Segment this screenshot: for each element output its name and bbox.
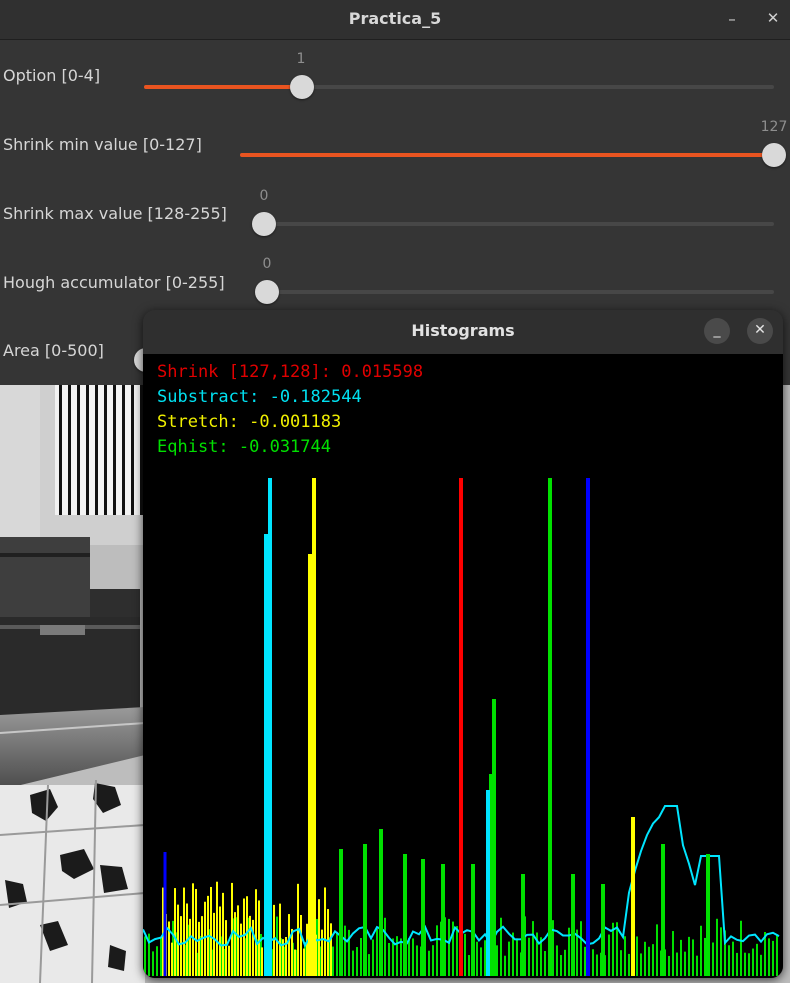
trackbar-hough[interactable] — [255, 280, 774, 304]
trackbar-shrink-min[interactable] — [240, 143, 786, 167]
trackbar-hough-thumb[interactable] — [255, 280, 279, 304]
histogram-window: Histograms _ ✕ Shrink [127,128]: 0.01559… — [143, 310, 783, 978]
legend-eqhist: Eqhist: -0.031744 — [157, 437, 331, 457]
trackbar-option-fill — [144, 85, 302, 89]
window-title: Practica_5 — [348, 9, 442, 28]
histogram-canvas: Shrink [127,128]: 0.015598 Substract: -0… — [143, 354, 783, 978]
trackbar-label-option: Option [0-4] — [3, 66, 101, 85]
legend-substract: Substract: -0.182544 — [157, 387, 362, 407]
close-icon[interactable]: ✕ — [760, 5, 786, 31]
trackbar-label-area: Area [0-500] — [3, 341, 104, 360]
histogram-titlebar: Histograms _ ✕ — [143, 310, 783, 354]
histogram-title: Histograms — [411, 321, 515, 340]
minimize-icon[interactable]: _ — [704, 318, 730, 344]
legend-stretch: Stretch: -0.001183 — [157, 412, 342, 432]
trackbar-option-thumb[interactable] — [289, 75, 314, 99]
trackbar-shrink-min-fill — [240, 153, 774, 157]
main-titlebar: Practica_5 – ✕ — [0, 0, 790, 40]
trackbar-label-shrink-max: Shrink max value [128-255] — [3, 204, 227, 223]
trackbar-value-shrink-min: 127 — [760, 119, 788, 135]
trackbar-shrink-max[interactable] — [252, 212, 774, 236]
trackbar-label-shrink-min: Shrink min value [0-127] — [3, 135, 202, 154]
trackbar-option[interactable] — [144, 75, 774, 99]
trackbar-value-option: 1 — [296, 51, 306, 67]
close-icon[interactable]: ✕ — [747, 318, 773, 344]
trackbar-value-hough: 0 — [262, 256, 272, 272]
minimize-icon[interactable]: – — [719, 6, 745, 32]
trackbar-label-hough: Hough accumulator [0-255] — [3, 273, 225, 292]
trackbar-shrink-min-thumb[interactable] — [762, 143, 786, 167]
trackbar-value-shrink-max: 0 — [259, 188, 269, 204]
legend-shrink: Shrink [127,128]: 0.015598 — [157, 362, 424, 382]
trackbar-shrink-max-thumb[interactable] — [252, 212, 276, 236]
